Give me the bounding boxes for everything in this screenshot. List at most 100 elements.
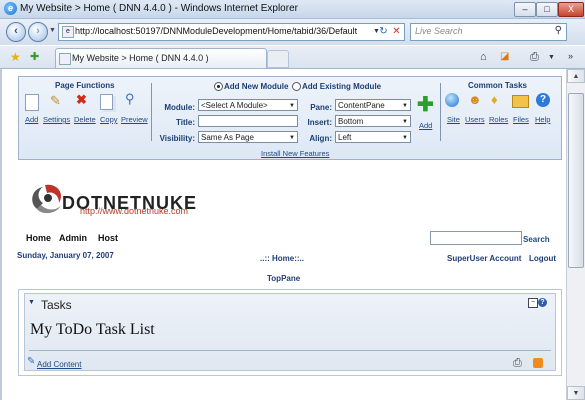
home-icon[interactable]: ⌂: [480, 51, 487, 63]
visibility-select[interactable]: Same As Page ▼: [198, 131, 298, 143]
more-tools-icon[interactable]: »: [568, 51, 573, 61]
forward-arrow-icon[interactable]: ›: [28, 22, 48, 42]
title-label: Title:: [176, 118, 195, 127]
tab-bar: ★ ✚ My Website > Home ( DNN 4.4.0 ) ⌂ ◪ …: [0, 46, 585, 69]
insert-label: Insert:: [307, 118, 332, 127]
minimize-module-icon[interactable]: −: [528, 298, 538, 308]
page-functions-header: Page Functions: [55, 81, 115, 90]
logo-url[interactable]: http://www.dotnetnuke.com: [80, 206, 188, 216]
browser-tab[interactable]: My Website > Home ( DNN 4.4.0 ): [55, 48, 267, 68]
scroll-up-icon[interactable]: ▲: [567, 69, 585, 83]
add-module-plus-icon[interactable]: ✚: [417, 95, 434, 115]
pane-select[interactable]: ContentPane ▼: [335, 99, 411, 111]
new-tab-button[interactable]: [267, 50, 289, 68]
page-function-settings[interactable]: Settings: [43, 115, 70, 124]
stop-icon[interactable]: ✕: [390, 25, 403, 38]
feeds-icon[interactable]: ◪: [500, 51, 509, 62]
task-files[interactable]: Files: [513, 115, 529, 124]
roles-key-icon[interactable]: ♦: [491, 92, 498, 107]
chevron-down-icon: ▼: [402, 135, 408, 141]
address-input[interactable]: http://localhost:50197/DNNModuleDevelopm…: [75, 26, 357, 36]
menu-home[interactable]: Home: [26, 233, 51, 243]
history-dropdown-icon[interactable]: ▼: [49, 27, 56, 34]
add-module-link[interactable]: Add: [419, 121, 432, 130]
navigation-bar: ‹ › ▼ e http://localhost:50197/DNNModule…: [0, 19, 585, 45]
users-icon[interactable]: ☻: [468, 92, 482, 107]
logout-link[interactable]: Logout: [529, 254, 556, 263]
insert-select[interactable]: Bottom ▼: [335, 115, 411, 127]
favorites-star-icon[interactable]: ★: [10, 50, 21, 64]
page-left-border: [0, 69, 2, 400]
align-select[interactable]: Left ▼: [335, 131, 411, 143]
module-rss-icon[interactable]: [533, 358, 543, 368]
help-icon[interactable]: ?: [536, 93, 550, 107]
control-panel: Page Functions ✎ ✖ ⚲ Add Settings Delete…: [18, 76, 562, 160]
add-new-module-label[interactable]: Add New Module: [224, 82, 288, 91]
common-tasks-header: Common Tasks: [468, 81, 527, 90]
search-magnifier-icon[interactable]: ⚲: [555, 25, 562, 36]
page-function-delete[interactable]: Delete: [74, 115, 96, 124]
install-new-features-link[interactable]: Install New Features: [261, 149, 329, 158]
top-pane-label: TopPane: [267, 274, 301, 283]
tab-title: My Website > Home ( DNN 4.4.0 ): [72, 53, 209, 63]
back-arrow-icon[interactable]: ‹: [6, 22, 26, 42]
page-function-preview[interactable]: Preview: [121, 115, 148, 124]
breadcrumb[interactable]: ..:: Home::..: [260, 254, 304, 263]
live-search-box[interactable]: Live Search ⚲: [410, 23, 567, 41]
refresh-icon[interactable]: ↻: [377, 25, 390, 38]
user-account-link[interactable]: SuperUser Account: [447, 254, 521, 263]
page-function-add[interactable]: Add: [25, 115, 38, 124]
copy-page-icon[interactable]: [100, 94, 113, 110]
site-search-input[interactable]: [430, 231, 522, 245]
module-title: Tasks: [41, 298, 72, 312]
site-globe-icon[interactable]: [445, 93, 459, 107]
module-body-text: My ToDo Task List: [30, 321, 155, 338]
add-existing-module-label[interactable]: Add Existing Module: [302, 82, 381, 91]
scroll-down-icon[interactable]: ▼: [567, 386, 585, 400]
live-search-input[interactable]: Live Search: [415, 26, 463, 36]
add-page-icon[interactable]: [25, 94, 39, 111]
add-existing-module-radio[interactable]: [292, 82, 301, 91]
pane-label: Pane:: [310, 103, 332, 112]
delete-x-icon[interactable]: ✖: [76, 92, 87, 108]
page-function-copy[interactable]: Copy: [100, 115, 118, 124]
site-search-button[interactable]: Search: [523, 235, 550, 244]
task-help[interactable]: Help: [535, 115, 550, 124]
title-input[interactable]: [198, 115, 298, 127]
minimize-button[interactable]: –: [514, 2, 536, 17]
task-roles[interactable]: Roles: [489, 115, 508, 124]
task-site[interactable]: Site: [447, 115, 460, 124]
add-content-link[interactable]: Add Content: [37, 360, 81, 369]
module-help-icon[interactable]: ?: [538, 298, 547, 307]
maximize-button[interactable]: □: [536, 2, 558, 17]
chevron-down-icon: ▼: [289, 103, 295, 109]
tab-favicon-icon: [59, 53, 71, 65]
module-print-icon[interactable]: ⎙: [513, 357, 522, 370]
print-dropdown-icon[interactable]: ▼: [548, 54, 555, 61]
add-new-module-radio[interactable]: [214, 82, 223, 91]
settings-pencil-icon[interactable]: ✎: [50, 93, 61, 109]
ie-logo-icon: e: [4, 2, 17, 15]
divider: [151, 83, 152, 141]
visibility-label: Visibility:: [159, 134, 195, 143]
print-icon[interactable]: ⎙: [530, 51, 539, 64]
menu-admin[interactable]: Admin: [59, 233, 87, 243]
align-label: Align:: [309, 134, 332, 143]
module-label: Module:: [164, 103, 195, 112]
add-content-pencil-icon[interactable]: ✎: [27, 356, 35, 367]
module-select[interactable]: <Select A Module> ▼: [198, 99, 298, 111]
scroll-thumb[interactable]: [568, 93, 584, 268]
preview-magnifier-icon[interactable]: ⚲: [125, 91, 135, 107]
task-users[interactable]: Users: [465, 115, 485, 124]
address-bar[interactable]: e http://localhost:50197/DNNModuleDevelo…: [58, 23, 405, 41]
files-folder-icon[interactable]: [512, 95, 529, 108]
current-date: Sunday, January 07, 2007: [17, 251, 114, 260]
vertical-scrollbar[interactable]: ▲ ▼: [566, 69, 585, 400]
chevron-down-icon: ▼: [402, 103, 408, 109]
menu-host[interactable]: Host: [98, 233, 118, 243]
window-titlebar: e My Website > Home ( DNN 4.4.0 ) - Wind…: [0, 0, 585, 19]
chevron-down-icon: ▼: [289, 135, 295, 141]
close-window-button[interactable]: X: [558, 2, 584, 17]
add-favorites-icon[interactable]: ✚: [30, 50, 39, 63]
collapse-triangle-icon[interactable]: ▼: [28, 299, 35, 306]
